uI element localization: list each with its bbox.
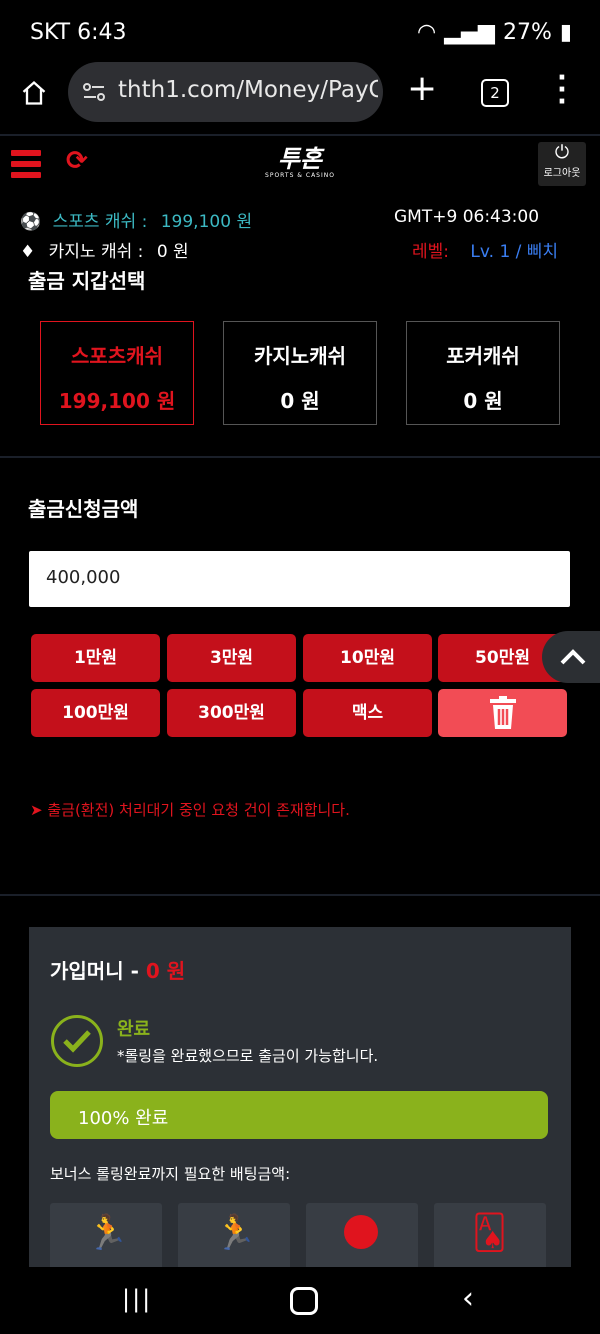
- signup-money-title-row: 가입머니 - 0 원: [50, 955, 185, 984]
- runner-icon: 🏃: [86, 1213, 129, 1253]
- server-clock: GMT+9 06:43:00: [394, 207, 540, 227]
- rolling-status-desc: *롤링을 완료했으므로 출금이 가능합니다.: [117, 1047, 379, 1065]
- sports-cash-label: 스포츠 캐쉬 :: [52, 212, 148, 232]
- refresh-icon[interactable]: ⟳: [66, 146, 88, 176]
- battery-text: 27%: [502, 20, 552, 45]
- status-right: ◠ ▂▄▆ 27% ▮: [417, 20, 572, 45]
- more-menu-icon[interactable]: · · ·: [557, 65, 567, 115]
- amount-input-value: 400,000: [46, 567, 121, 588]
- wallet-poker-cash[interactable]: 포커캐쉬 0 원: [406, 321, 560, 425]
- casino-cash-label: 카지노 캐쉬 :: [48, 242, 144, 262]
- chevron-up-icon: [560, 649, 586, 665]
- home-icon[interactable]: [20, 79, 48, 107]
- wallet-name: 포커캐쉬: [446, 344, 520, 368]
- url-text: thth1.com/Money/PayOu: [118, 77, 378, 103]
- pending-notice: ➤ 출금(환전) 처리대기 중인 요청 건이 존재합니다.: [30, 799, 350, 820]
- signal-icon: ▂▄▆: [444, 20, 495, 45]
- wallet-amount: 0 원: [463, 389, 503, 413]
- amount-section-title: 출금신청금액: [28, 497, 139, 521]
- game-card-sports[interactable]: 🏃: [178, 1203, 290, 1273]
- rolling-progress-bar: 100% 완료: [50, 1091, 548, 1139]
- home-nav-icon[interactable]: [290, 1287, 318, 1315]
- level-label: 레벨:: [412, 242, 450, 262]
- wifi-icon: ◠: [417, 20, 437, 45]
- game-card-casino[interactable]: 🂡: [434, 1203, 546, 1273]
- status-time: SKT 6:43: [30, 20, 127, 45]
- withdraw-amount-input[interactable]: 400,000: [29, 551, 570, 607]
- wallet-section-title: 출금 지갑선택: [28, 269, 146, 293]
- pending-notice-text: 출금(환전) 처리대기 중인 요청 건이 존재합니다.: [47, 801, 350, 819]
- logout-button[interactable]: ⏻ 로그아웃: [538, 142, 586, 186]
- clear-amount-button[interactable]: [438, 689, 567, 737]
- diamond-icon: ♦: [20, 242, 36, 262]
- url-field[interactable]: thth1.com/Money/PayOu: [68, 62, 383, 122]
- game-card-sports-single[interactable]: 🏃: [50, 1203, 162, 1273]
- wallet-amount: 199,100 원: [58, 389, 176, 413]
- level-value: Lv. 1 / 삐치: [470, 242, 559, 262]
- signup-money-amount: 0 원: [145, 959, 186, 983]
- soccer-ball-icon: ⚽: [20, 212, 42, 232]
- trash-icon: [489, 696, 516, 729]
- amount-100k-button[interactable]: 10만원: [303, 634, 432, 682]
- amount-3m-button[interactable]: 300만원: [167, 689, 296, 737]
- recent-apps-icon[interactable]: |||: [122, 1285, 152, 1313]
- signup-money-panel: 가입머니 - 0 원 완료 *롤링을 완료했으므로 출금이 가능합니다. 100…: [29, 927, 571, 1273]
- check-circle-icon: [51, 1015, 103, 1067]
- wallet-name: 스포츠캐쉬: [71, 344, 163, 368]
- logo-text: 투혼: [277, 145, 323, 173]
- back-icon[interactable]: ‹: [462, 1281, 474, 1316]
- game-card-minigame[interactable]: [306, 1203, 418, 1273]
- amount-30k-button[interactable]: 3만원: [167, 634, 296, 682]
- sports-cash-value: 199,100 원: [160, 212, 253, 232]
- scroll-top-button[interactable]: [542, 631, 600, 683]
- browser-toolbar: thth1.com/Money/PayOu + 2 · · ·: [0, 62, 600, 134]
- new-tab-icon[interactable]: +: [407, 68, 437, 109]
- wallet-sports-cash[interactable]: 스포츠캐쉬 199,100 원: [40, 321, 194, 425]
- amount-1m-button[interactable]: 100만원: [31, 689, 160, 737]
- max-amount-button[interactable]: 맥스: [303, 689, 432, 737]
- bonus-rolling-label: 보너스 롤링완료까지 필요한 배팅금액:: [50, 1165, 291, 1183]
- wallet-amount: 0 원: [280, 389, 320, 413]
- casino-cash-row: ♦ 카지노 캐쉬 : 0 원: [20, 237, 189, 262]
- status-bar: SKT 6:43 ◠ ▂▄▆ 27% ▮: [0, 0, 600, 62]
- divider: [0, 456, 600, 458]
- wallet-name: 카지노캐쉬: [254, 344, 346, 368]
- level-row: 레벨: Lv. 1 / 삐치: [412, 237, 558, 262]
- wallet-casino-cash[interactable]: 카지노캐쉬 0 원: [223, 321, 377, 425]
- rolling-status-title: 완료: [117, 1019, 151, 1040]
- send-icon: ➤: [30, 801, 43, 819]
- runner-icon: 🏃: [214, 1213, 257, 1253]
- menu-icon[interactable]: [11, 150, 41, 178]
- tab-switcher-button[interactable]: 2: [481, 79, 509, 107]
- rolling-progress-label: 100% 완료: [78, 1108, 169, 1129]
- signup-money-title: 가입머니 -: [50, 959, 146, 983]
- logout-label: 로그아웃: [543, 168, 581, 179]
- site-logo[interactable]: 투혼 SPORTS & CASINO: [265, 146, 335, 182]
- site-settings-icon[interactable]: [82, 81, 106, 103]
- sports-cash-row: ⚽ 스포츠 캐쉬 : 199,100 원: [20, 207, 252, 232]
- amount-10k-button[interactable]: 1만원: [31, 634, 160, 682]
- cards-icon: 🂡: [472, 1213, 507, 1253]
- logo-subtext: SPORTS & CASINO: [265, 172, 335, 179]
- power-icon: ⏻: [554, 142, 570, 163]
- divider: [0, 894, 600, 896]
- casino-cash-value: 0 원: [156, 242, 189, 262]
- eight-ball-icon: [344, 1215, 378, 1249]
- system-nav-bar: ||| ‹: [0, 1267, 600, 1334]
- battery-icon: ▮: [559, 20, 572, 45]
